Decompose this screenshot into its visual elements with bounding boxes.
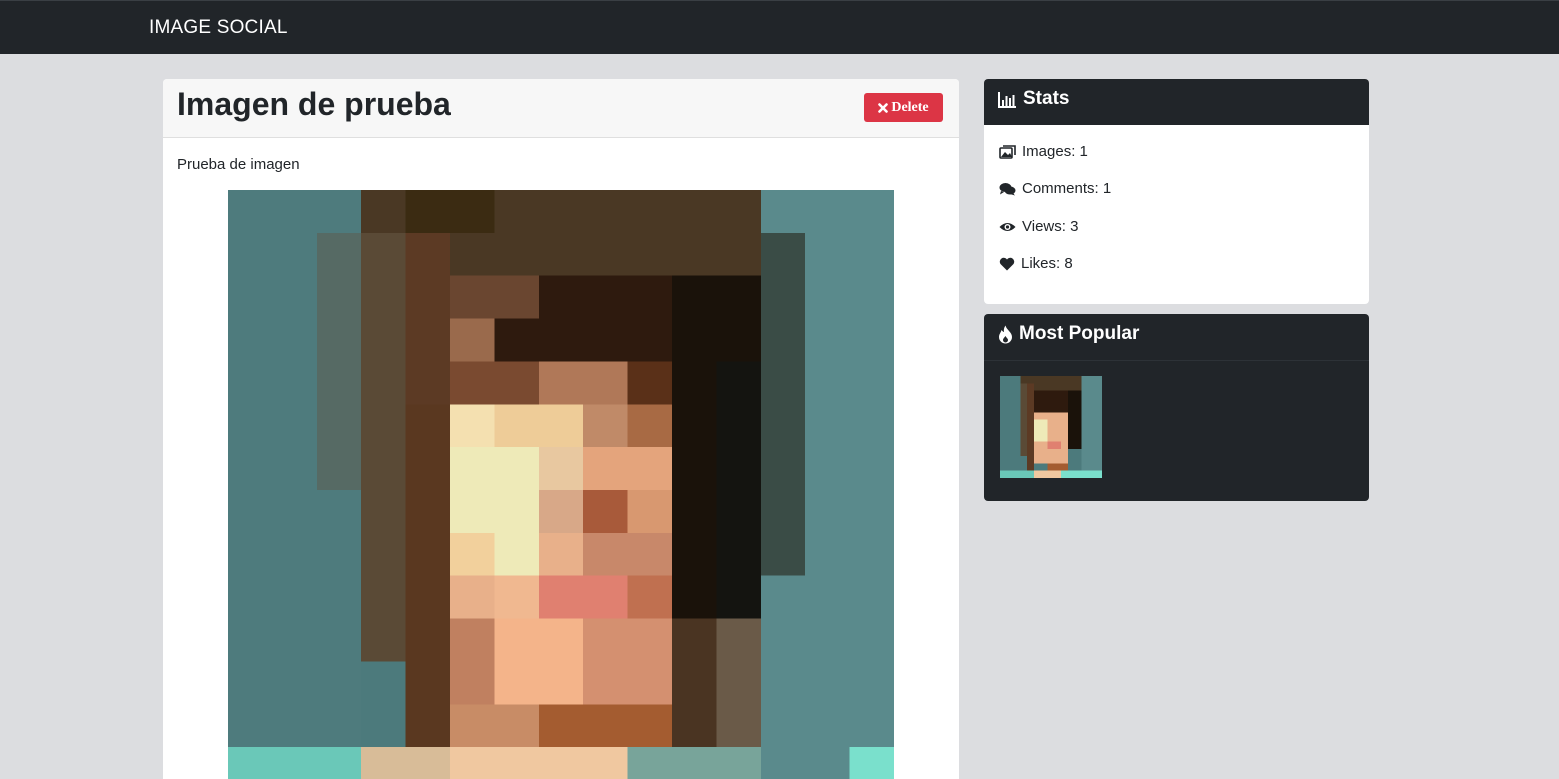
- stat-likes: Likes: 8: [999, 255, 1073, 272]
- stats-title: Stats: [998, 88, 1069, 110]
- delete-button-label: Delete: [891, 99, 929, 115]
- stat-images-label: Images: 1: [1022, 143, 1088, 160]
- image-description: Prueba de imagen: [177, 156, 300, 173]
- brand-link[interactable]: IMAGE SOCIAL: [149, 17, 288, 39]
- stat-likes-label: Likes: 8: [1021, 255, 1073, 272]
- stats-header: Stats: [984, 79, 1369, 125]
- stat-images: Images: 1: [999, 143, 1088, 160]
- divider: [984, 360, 1369, 361]
- top-navbar: IMAGE SOCIAL: [0, 0, 1559, 54]
- close-icon: [878, 102, 889, 113]
- main-image: [228, 190, 894, 779]
- comments-icon: [999, 182, 1016, 196]
- popular-image-thumbnail[interactable]: [1000, 376, 1102, 478]
- bar-chart-icon: [998, 91, 1017, 108]
- fire-icon: [998, 325, 1013, 344]
- image-title: Imagen de prueba: [177, 86, 451, 122]
- image-detail-card: Imagen de prueba Delete Prueba de imagen: [163, 79, 959, 779]
- heart-icon: [999, 257, 1015, 271]
- stat-comments: Comments: 1: [999, 180, 1111, 197]
- eye-icon: [999, 221, 1016, 233]
- most-popular-card: Most Popular: [984, 314, 1369, 501]
- stat-comments-label: Comments: 1: [1022, 180, 1112, 197]
- most-popular-title: Most Popular: [998, 323, 1139, 345]
- image-detail-header: Imagen de prueba Delete: [163, 79, 959, 138]
- stat-views: Views: 3: [999, 218, 1078, 235]
- most-popular-title-label: Most Popular: [1019, 323, 1140, 344]
- delete-button[interactable]: Delete: [864, 93, 943, 122]
- stats-card: Stats Images: 1 Comments: 1 Views: 3 Lik…: [984, 79, 1369, 304]
- stat-views-label: Views: 3: [1022, 218, 1079, 235]
- stats-title-label: Stats: [1023, 88, 1070, 109]
- images-icon: [999, 144, 1016, 159]
